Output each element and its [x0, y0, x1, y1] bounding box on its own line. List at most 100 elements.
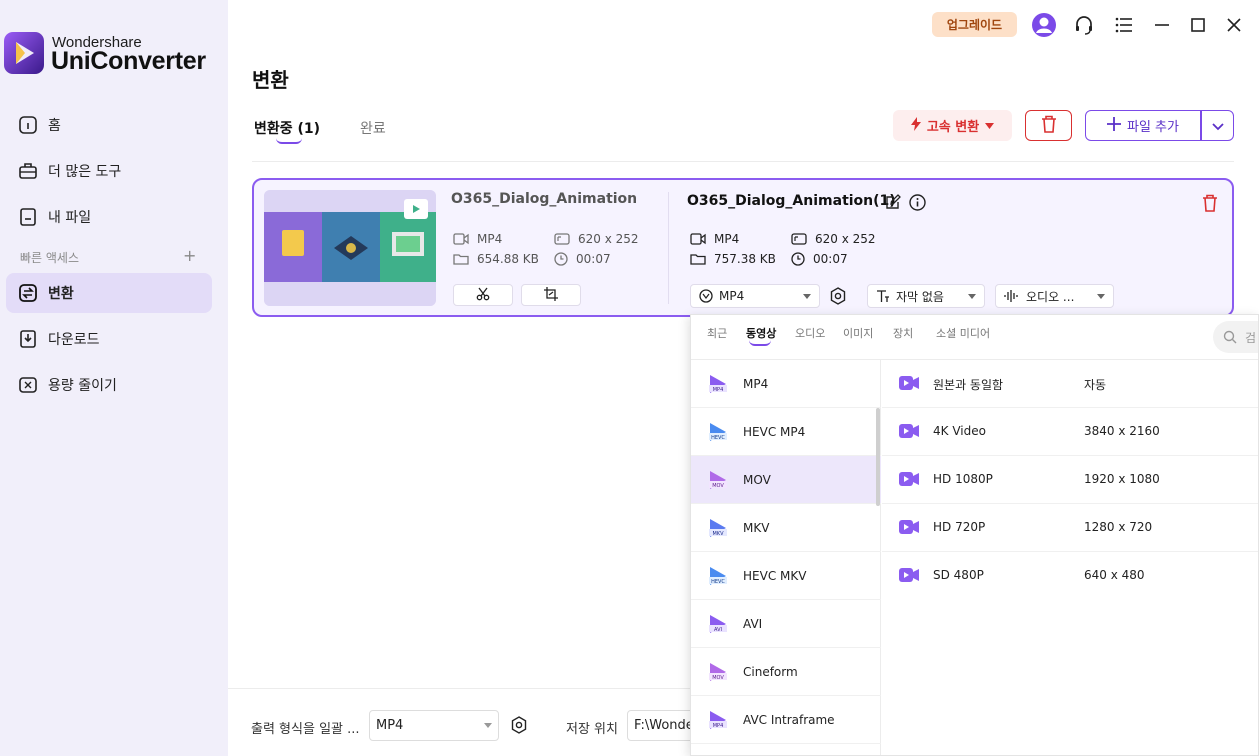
folder-icon	[690, 254, 706, 265]
chevron-down-icon	[1211, 116, 1224, 135]
format-item-mov[interactable]: MOV MOV	[691, 456, 881, 504]
format-item-avi[interactable]: AVI AVI	[691, 600, 881, 648]
file-card[interactable]: O365_Dialog_Animation MP4 654.88 KB 620 …	[252, 178, 1234, 317]
video-format-icon: MOV	[709, 470, 727, 489]
video-format-icon: HEVC	[709, 422, 727, 441]
caret-down-icon	[985, 118, 995, 133]
svg-text:MOV: MOV	[712, 483, 724, 489]
format-list: MP4 MP4 HEVC HEVC MP4 MOV MOV MKV MKV HE…	[691, 360, 881, 755]
popup-tab-video[interactable]: 동영상	[746, 325, 776, 341]
quality-item-720p[interactable]: HD 720P 1280 x 720	[882, 504, 1258, 552]
format-list-scrollbar[interactable]	[876, 408, 880, 506]
format-item-mkv[interactable]: MKV MKV	[691, 504, 881, 552]
quick-access-label: 빠른 액세스	[20, 251, 80, 265]
sidebar-item-compress[interactable]: 용량 줄이기	[6, 365, 212, 405]
fast-convert-label: 고속 변환	[926, 120, 980, 135]
tab-converting[interactable]: 변환중 (1)	[254, 118, 320, 138]
audio-select[interactable]: 오디오 ...	[995, 284, 1114, 308]
avatar[interactable]	[1031, 12, 1057, 38]
header-divider	[252, 161, 1234, 162]
delete-all-button[interactable]	[1025, 110, 1072, 141]
text-icon	[877, 290, 889, 302]
crop-button[interactable]	[521, 284, 581, 306]
plus-icon	[1107, 116, 1121, 135]
menu-icon[interactable]	[1111, 12, 1137, 38]
video-format-icon: MOV	[709, 662, 727, 681]
settings-icon[interactable]	[829, 287, 847, 309]
format-item-hevc-mp4[interactable]: HEVC HEVC MP4	[691, 408, 881, 456]
trash-icon[interactable]	[1202, 194, 1218, 216]
sidebar-item-more-tools[interactable]: 더 많은 도구	[6, 151, 212, 191]
crop-icon	[544, 286, 558, 305]
resolution-icon	[554, 233, 570, 245]
tab-done[interactable]: 완료	[360, 118, 386, 138]
video-camera-icon	[899, 520, 919, 534]
trim-button[interactable]	[453, 284, 513, 306]
source-size: 654.88 KB	[453, 252, 539, 266]
format-search-input[interactable]: 검	[1213, 321, 1258, 353]
subtitle-select[interactable]: 자막 없음	[867, 284, 985, 308]
card-divider	[668, 192, 669, 304]
video-format-icon: AVI	[709, 614, 727, 633]
format-item-cineform[interactable]: MOV Cineform	[691, 648, 881, 696]
format-item-avc-intraframe[interactable]: MP4 AVC Intraframe	[691, 696, 881, 744]
scissors-icon	[476, 286, 490, 305]
folder-icon	[453, 254, 469, 265]
video-format-icon: MP4	[709, 710, 727, 729]
svg-text:HEVC: HEVC	[711, 579, 725, 585]
fast-convert-button[interactable]: 고속 변환	[893, 110, 1012, 141]
headset-icon[interactable]	[1071, 12, 1097, 38]
quality-item-1080p[interactable]: HD 1080P 1920 x 1080	[882, 456, 1258, 504]
popup-tab-audio[interactable]: 오디오	[795, 325, 825, 341]
popup-tab-image[interactable]: 이미지	[843, 325, 873, 341]
maximize-icon[interactable]	[1185, 12, 1211, 38]
minimize-icon[interactable]	[1149, 12, 1175, 38]
output-duration: 00:07	[791, 252, 848, 266]
upgrade-button[interactable]: 업그레이드	[932, 12, 1017, 37]
popup-tab-social[interactable]: 소셜 미디어	[936, 325, 990, 341]
output-file-title: O365_Dialog_Animation(1)	[687, 193, 896, 209]
quality-item-same-as-source[interactable]: 원본과 동일함 자동	[882, 360, 1258, 408]
format-popup: 최근 동영상 오디오 이미지 장치 소셜 미디어 검 MP4 MP4 HEVC …	[690, 314, 1259, 756]
close-icon[interactable]	[1221, 12, 1247, 38]
svg-text:MP4: MP4	[713, 723, 724, 729]
sidebar-item-convert[interactable]: 변환	[6, 273, 212, 313]
info-icon[interactable]	[909, 194, 926, 215]
output-format-label: 출력 형식을 일괄 ...	[251, 722, 360, 737]
sidebar-item-label: 변환	[48, 286, 74, 302]
home-icon	[16, 113, 40, 137]
save-location-field[interactable]: F:\Wonde	[627, 710, 697, 741]
popup-tab-device[interactable]: 장치	[893, 325, 913, 341]
quality-item-480p[interactable]: SD 480P 640 x 480	[882, 552, 1258, 600]
quality-item-4k[interactable]: 4K Video 3840 x 2160	[882, 408, 1258, 456]
video-camera-icon	[690, 233, 706, 245]
sidebar-item-home[interactable]: 홈	[6, 105, 212, 145]
clock-icon	[554, 252, 568, 266]
video-format-icon: MKV	[709, 518, 727, 537]
quick-access-add-button[interactable]: +	[183, 246, 196, 265]
page-title: 변환	[252, 68, 289, 92]
popup-tab-recent[interactable]: 최근	[707, 325, 727, 341]
output-format-select[interactable]: MP4	[690, 284, 820, 308]
sidebar-item-label: 다운로드	[48, 332, 100, 348]
sidebar-item-my-files[interactable]: 내 파일	[6, 197, 212, 237]
video-thumbnail[interactable]	[264, 190, 436, 306]
compress-icon	[16, 373, 40, 397]
edit-icon[interactable]	[885, 194, 901, 214]
sidebar-item-download[interactable]: 다운로드	[6, 319, 212, 359]
video-camera-icon	[453, 233, 469, 245]
format-item-mp4[interactable]: MP4 MP4	[691, 360, 881, 408]
add-file-button[interactable]: 파일 추가	[1085, 110, 1201, 141]
output-format: MP4	[690, 232, 739, 246]
add-file-dropdown-button[interactable]	[1201, 110, 1234, 141]
settings-icon[interactable]	[510, 716, 528, 738]
format-item-hevc-mkv[interactable]: HEVC HEVC MKV	[691, 552, 881, 600]
video-camera-icon	[899, 376, 919, 390]
toolbox-icon	[16, 159, 40, 183]
video-camera-icon	[899, 472, 919, 486]
file-icon	[16, 205, 40, 229]
lightning-icon	[910, 116, 921, 135]
audio-wave-icon	[1004, 290, 1018, 302]
brand-name-big: UniConverter	[51, 47, 206, 75]
batch-output-format-select[interactable]: MP4	[369, 710, 499, 741]
